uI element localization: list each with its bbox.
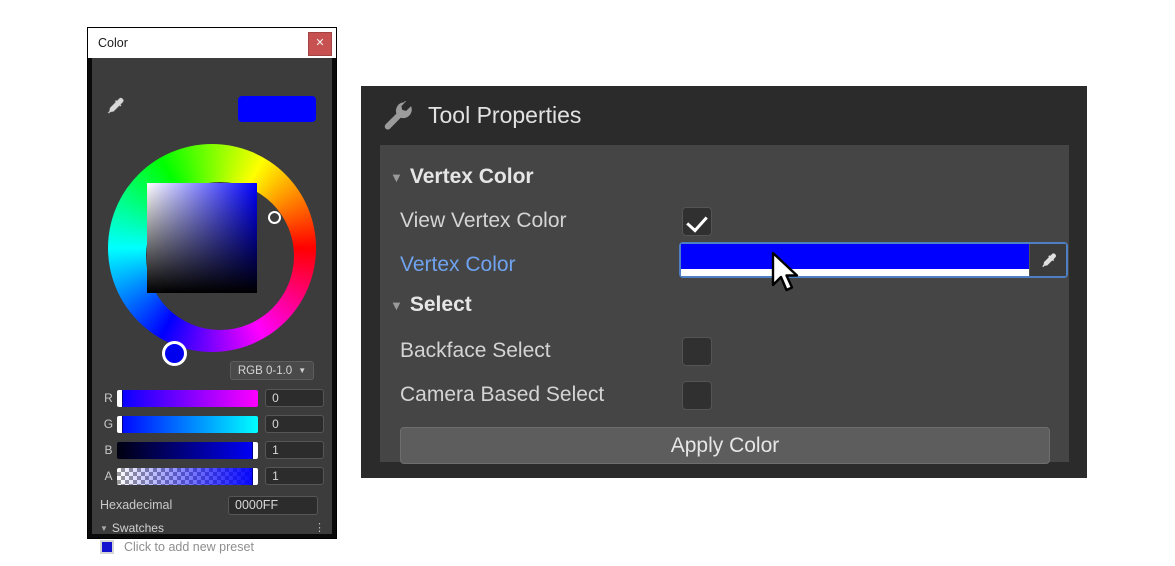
kebab-menu-icon[interactable]: ⋮ <box>314 523 325 534</box>
swatches-section-header[interactable]: ▼ Swatches ⋮ <box>100 520 325 536</box>
channel-slider-g[interactable] <box>116 415 259 433</box>
channel-row-b: B 1 <box>100 440 325 460</box>
swatch-add-row[interactable]: Click to add new preset <box>100 538 324 556</box>
swatch-add-label: Click to add new preset <box>124 540 254 554</box>
color-wheel[interactable] <box>100 136 324 366</box>
section-label-vertex-color: Vertex Color <box>409 165 534 188</box>
channel-slider-a[interactable] <box>116 467 259 485</box>
tool-properties-content: ▼ Vertex Color View Vertex Color Vertex … <box>380 145 1069 464</box>
channel-knob-a[interactable] <box>253 467 259 485</box>
chevron-down-icon: ▼ <box>390 169 403 185</box>
hexadecimal-row: Hexadecimal 0000FF <box>100 495 324 515</box>
hexadecimal-label: Hexadecimal <box>100 498 173 512</box>
eyedropper-icon[interactable] <box>1029 244 1066 276</box>
channel-knob-r[interactable] <box>116 389 122 407</box>
section-header-vertex-color[interactable]: ▼ Vertex Color <box>390 165 534 189</box>
tool-properties-header: Tool Properties <box>361 86 1087 145</box>
channel-label-a: A <box>104 469 113 483</box>
channel-label-g: G <box>103 417 114 431</box>
tool-properties-title: Tool Properties <box>428 102 582 128</box>
row-camera-based-select: Camera Based Select <box>400 379 1050 411</box>
eyedropper-icon[interactable] <box>104 94 126 118</box>
channel-field-a[interactable]: 1 <box>265 467 325 485</box>
sv-handle[interactable] <box>268 211 281 224</box>
channel-slider-b[interactable] <box>116 441 259 459</box>
close-icon[interactable]: ✕ <box>308 32 332 56</box>
channel-row-r: R 0 <box>100 388 325 408</box>
label-camera-based-select: Camera Based Select <box>400 383 605 406</box>
checkbox-backface-select[interactable] <box>682 336 712 366</box>
checkbox-camera-based-select[interactable] <box>682 380 712 410</box>
vertex-color-swatch[interactable] <box>681 244 1029 276</box>
channel-row-g: G 0 <box>100 414 325 434</box>
channel-knob-b[interactable] <box>253 441 259 459</box>
apply-color-button[interactable]: Apply Color <box>400 427 1050 464</box>
swatch-chip[interactable] <box>100 540 114 554</box>
color-mode-dropdown[interactable]: RGB 0-1.0 ▼ <box>230 361 314 380</box>
color-picker-body: RGB 0-1.0 ▼ R 0 G 0 B 1 A 1 Hexadecimal … <box>92 58 332 554</box>
vertex-color-alpha-bar <box>681 269 1029 276</box>
row-backface-select: Backface Select <box>400 335 1050 367</box>
channel-field-b[interactable]: 1 <box>265 441 325 459</box>
color-preview-swatch[interactable] <box>238 96 316 122</box>
channel-slider-r[interactable] <box>116 389 259 407</box>
channel-label-r: R <box>104 391 113 405</box>
channel-label-b: B <box>104 443 113 457</box>
color-window-title: Color <box>98 36 128 50</box>
wrench-icon <box>384 100 412 130</box>
vertex-color-field[interactable] <box>679 242 1068 278</box>
color-mode-value: RGB 0-1.0 <box>237 364 293 377</box>
section-header-select[interactable]: ▼ Select <box>390 293 472 317</box>
color-window-titlebar[interactable]: Color ✕ <box>88 28 336 58</box>
tool-properties-panel: Tool Properties ▼ Vertex Color View Vert… <box>361 86 1087 478</box>
label-vertex-color: Vertex Color <box>400 253 516 276</box>
hue-handle[interactable] <box>162 341 187 366</box>
row-view-vertex-color: View Vertex Color <box>400 205 1050 237</box>
section-label-select: Select <box>409 293 472 316</box>
channel-knob-g[interactable] <box>116 415 122 433</box>
saturation-value-square[interactable] <box>147 183 257 293</box>
swatches-label: Swatches <box>111 521 164 535</box>
label-backface-select: Backface Select <box>400 339 551 362</box>
hexadecimal-input[interactable]: 0000FF <box>228 495 318 515</box>
chevron-down-icon: ▼ <box>390 297 403 313</box>
color-picker-window: Color ✕ RGB 0-1.0 ▼ R 0 G 0 B 1 A 1 Hexa… <box>88 28 336 554</box>
chevron-down-icon: ▼ <box>298 366 307 375</box>
channel-field-g[interactable]: 0 <box>265 415 325 433</box>
checkbox-view-vertex-color[interactable] <box>682 206 712 236</box>
channel-row-a: A 1 <box>100 466 325 486</box>
chevron-down-icon: ▼ <box>100 523 108 533</box>
channel-field-r[interactable]: 0 <box>265 389 325 407</box>
label-view-vertex-color: View Vertex Color <box>400 209 567 232</box>
